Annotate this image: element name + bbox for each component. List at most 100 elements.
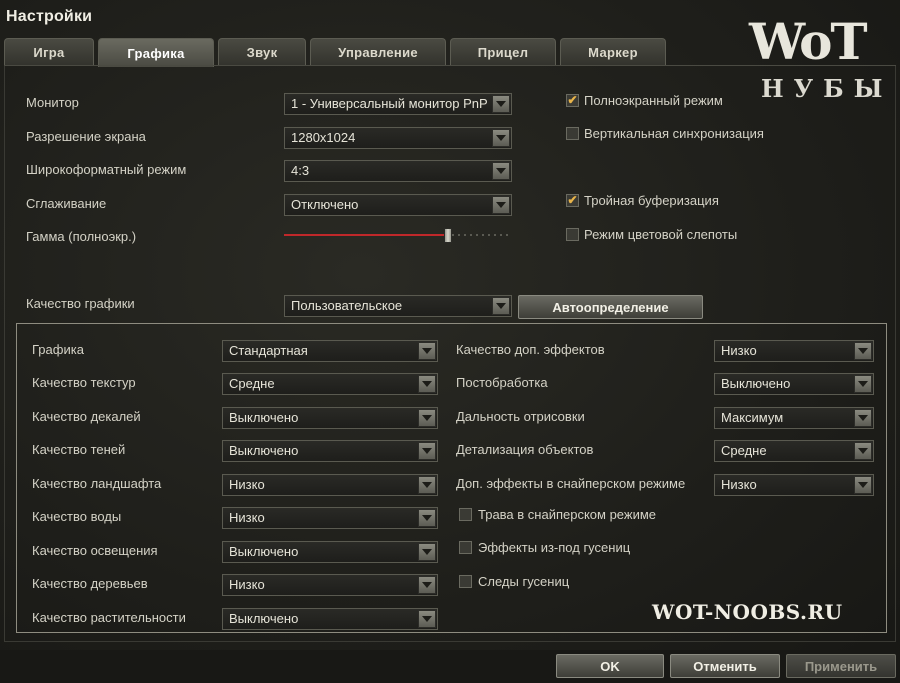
chevron-down-icon[interactable] bbox=[418, 576, 436, 594]
chevron-down-icon[interactable] bbox=[418, 476, 436, 494]
chevron-down-icon[interactable] bbox=[418, 409, 436, 427]
setting-label: Постобработка bbox=[456, 375, 548, 390]
monitor-label: Монитор bbox=[26, 95, 79, 110]
autodetect-button[interactable]: Автоопределение bbox=[518, 295, 703, 319]
setting-label: Графика bbox=[32, 342, 84, 357]
widescreen-select-value: 4:3 bbox=[291, 163, 310, 178]
chevron-down-icon[interactable] bbox=[418, 442, 436, 460]
chevron-down-icon[interactable] bbox=[418, 375, 436, 393]
chevron-down-icon[interactable] bbox=[854, 375, 872, 393]
settings-window: Настройки WoT НУБЫ Игра Графика Звук Упр… bbox=[0, 0, 900, 683]
cancel-button[interactable]: Отменить bbox=[670, 654, 780, 678]
widescreen-label: Широкоформатный режим bbox=[26, 162, 187, 177]
widescreen-select[interactable]: 4:3 bbox=[284, 160, 512, 182]
terrain-quality-select[interactable]: Низко bbox=[222, 474, 438, 496]
sniper-grass-checkbox[interactable]: ✔ bbox=[459, 508, 472, 521]
setting-label: Доп. эффекты в снайперском режиме bbox=[456, 476, 686, 491]
fullscreen-label: Полноэкранный режим bbox=[584, 93, 723, 108]
tab-graphics[interactable]: Графика bbox=[98, 38, 214, 67]
antialiasing-select[interactable]: Отключено bbox=[284, 194, 512, 216]
sniper-grass-label: Трава в снайперском режиме bbox=[478, 507, 657, 522]
gamma-slider-thumb[interactable] bbox=[444, 228, 452, 243]
antialiasing-label: Сглаживание bbox=[26, 196, 107, 211]
track-marks-label: Следы гусениц bbox=[478, 574, 570, 589]
ok-button[interactable]: OK bbox=[556, 654, 664, 678]
apply-button[interactable]: Применить bbox=[786, 654, 896, 678]
chevron-down-icon[interactable] bbox=[492, 129, 510, 147]
triple-buffer-checkbox[interactable]: ✔ bbox=[566, 194, 579, 207]
gamma-label: Гамма (полноэкр.) bbox=[26, 229, 137, 244]
chevron-down-icon[interactable] bbox=[492, 297, 510, 315]
water-quality-select[interactable]: Низко bbox=[222, 507, 438, 529]
setting-label: Качество декалей bbox=[32, 409, 141, 424]
decal-quality-select[interactable]: Выключено bbox=[222, 407, 438, 429]
checkmark-icon: ✔ bbox=[567, 193, 578, 207]
vegetation-quality-select[interactable]: Выключено bbox=[222, 608, 438, 630]
colorblind-checkbox[interactable]: ✔ bbox=[566, 228, 579, 241]
setting-label: Качество теней bbox=[32, 442, 126, 457]
select-value: Низко bbox=[721, 477, 757, 492]
shadow-quality-select[interactable]: Выключено bbox=[222, 440, 438, 462]
setting-label: Качество деревьев bbox=[32, 576, 148, 591]
object-detail-select[interactable]: Средне bbox=[714, 440, 874, 462]
setting-label: Дальность отрисовки bbox=[456, 409, 585, 424]
select-value: Выключено bbox=[229, 443, 299, 458]
colorblind-label: Режим цветовой слепоты bbox=[584, 227, 738, 242]
chevron-down-icon[interactable] bbox=[418, 610, 436, 628]
select-value: Выключено bbox=[229, 544, 299, 559]
vsync-label: Вертикальная синхронизация bbox=[584, 126, 764, 141]
draw-distance-select[interactable]: Максимум bbox=[714, 407, 874, 429]
gamma-slider[interactable] bbox=[284, 228, 512, 243]
setting-label: Качество растительности bbox=[32, 610, 186, 625]
chevron-down-icon[interactable] bbox=[854, 409, 872, 427]
monitor-select-value: 1 - Универсальный монитор PnP bbox=[291, 96, 488, 111]
sniper-effects-select[interactable]: Низко bbox=[714, 474, 874, 496]
lighting-quality-select[interactable]: Выключено bbox=[222, 541, 438, 563]
effects-quality-select[interactable]: Низко bbox=[714, 340, 874, 362]
track-marks-checkbox[interactable]: ✔ bbox=[459, 575, 472, 588]
tab-game[interactable]: Игра bbox=[4, 38, 94, 66]
select-value: Выключено bbox=[229, 611, 299, 626]
chevron-down-icon[interactable] bbox=[854, 476, 872, 494]
tab-marker[interactable]: Маркер bbox=[560, 38, 666, 66]
select-value: Выключено bbox=[229, 410, 299, 425]
select-value: Средне bbox=[721, 443, 767, 458]
setting-label: Качество ландшафта bbox=[32, 476, 162, 491]
resolution-select[interactable]: 1280x1024 bbox=[284, 127, 512, 149]
tab-controls[interactable]: Управление bbox=[310, 38, 446, 66]
track-effects-label: Эффекты из-под гусениц bbox=[478, 540, 631, 555]
postprocessing-select[interactable]: Выключено bbox=[714, 373, 874, 395]
tab-sound[interactable]: Звук bbox=[218, 38, 306, 66]
track-effects-checkbox[interactable]: ✔ bbox=[459, 541, 472, 554]
chevron-down-icon[interactable] bbox=[418, 509, 436, 527]
texture-quality-select[interactable]: Средне bbox=[222, 373, 438, 395]
chevron-down-icon[interactable] bbox=[418, 543, 436, 561]
chevron-down-icon[interactable] bbox=[492, 196, 510, 214]
setting-label: Качество доп. эффектов bbox=[456, 342, 605, 357]
tab-crosshair[interactable]: Прицел bbox=[450, 38, 556, 66]
select-value: Максимум bbox=[721, 410, 784, 425]
watermark-text: WOT-NOOBS.RU bbox=[652, 600, 843, 624]
triple-buffer-label: Тройная буферизация bbox=[584, 193, 719, 208]
setting-label: Качество освещения bbox=[32, 543, 158, 558]
chevron-down-icon[interactable] bbox=[492, 95, 510, 113]
resolution-label: Разрешение экрана bbox=[26, 129, 146, 144]
chevron-down-icon[interactable] bbox=[492, 162, 510, 180]
chevron-down-icon[interactable] bbox=[418, 342, 436, 360]
graphics-quality-label: Качество графики bbox=[26, 296, 135, 311]
graphics-renderer-select[interactable]: Стандартная bbox=[222, 340, 438, 362]
monitor-select[interactable]: 1 - Универсальный монитор PnP bbox=[284, 93, 512, 115]
antialiasing-select-value: Отключено bbox=[291, 197, 359, 212]
select-value: Средне bbox=[229, 376, 275, 391]
graphics-quality-value: Пользовательское bbox=[291, 298, 403, 313]
select-value: Стандартная bbox=[229, 343, 308, 358]
tree-quality-select[interactable]: Низко bbox=[222, 574, 438, 596]
vsync-checkbox[interactable]: ✔ bbox=[566, 127, 579, 140]
graphics-quality-select[interactable]: Пользовательское bbox=[284, 295, 512, 317]
checkmark-icon: ✔ bbox=[567, 93, 578, 107]
chevron-down-icon[interactable] bbox=[854, 342, 872, 360]
chevron-down-icon[interactable] bbox=[854, 442, 872, 460]
resolution-select-value: 1280x1024 bbox=[291, 130, 356, 145]
fullscreen-checkbox[interactable]: ✔ bbox=[566, 94, 579, 107]
select-value: Низко bbox=[721, 343, 757, 358]
